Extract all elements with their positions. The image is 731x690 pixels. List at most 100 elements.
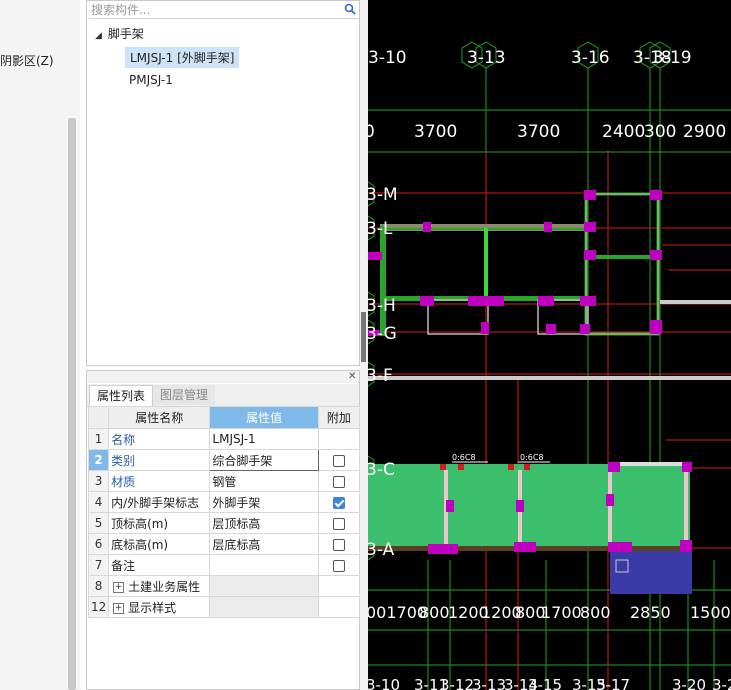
axis-label: 3-12 xyxy=(440,676,474,690)
header-property-name: 属性名称 xyxy=(108,406,211,429)
add-cell xyxy=(317,512,361,534)
property-value[interactable]: 外脚手架 xyxy=(209,491,319,513)
table-header-row: 属性名称 属性值 附加 xyxy=(87,406,361,429)
bottom-dimensions: 001700 800 1200 1200 800 1700 800 2850 1… xyxy=(368,603,731,622)
table-row[interactable]: 1 名称 LMJSJ-1 xyxy=(87,428,361,450)
tree-item-pmjsj-1[interactable]: PMJSJ-1 xyxy=(129,73,173,87)
add-cell xyxy=(317,596,361,618)
table-row[interactable]: 5 顶标高(m) 层顶标高 xyxy=(87,512,361,534)
table-row[interactable]: 4 内/外脚手架标志 外脚手架 xyxy=(87,491,361,513)
property-value[interactable]: LMJSJ-1 xyxy=(209,428,319,450)
axis-label: 3-13 xyxy=(472,676,506,690)
dim-text: 1500 xyxy=(690,603,731,622)
component-search-box[interactable] xyxy=(89,1,359,19)
property-group[interactable]: + 显示样式 xyxy=(108,596,211,618)
axis-label-3-10: 3-10 xyxy=(368,48,407,68)
add-checkbox[interactable] xyxy=(332,454,345,467)
row-axis-label: 3-H xyxy=(368,296,396,316)
row-number: 7 xyxy=(87,554,110,576)
table-row[interactable]: 7 备注 xyxy=(87,554,361,576)
lower-slab xyxy=(368,461,692,594)
add-checkbox[interactable] xyxy=(332,475,345,488)
add-cell xyxy=(317,533,361,555)
row-number: 6 xyxy=(87,533,110,555)
tree-item-lmjsj-1[interactable]: LMJSJ-1 [外脚手架] xyxy=(125,47,240,68)
add-checkbox-checked[interactable] xyxy=(332,496,345,509)
property-value[interactable]: 钢管 xyxy=(209,470,319,492)
add-checkbox[interactable] xyxy=(332,517,345,530)
expand-triangle-icon[interactable]: ◢ xyxy=(95,31,102,41)
dim-text: 3700 xyxy=(517,122,560,142)
component-search-input[interactable] xyxy=(89,1,343,18)
tree-node-scaffold[interactable]: ◢ 脚手架 xyxy=(95,25,144,42)
rebar-label: 0:6C8 xyxy=(452,453,476,462)
close-icon[interactable]: ✕ xyxy=(348,371,356,383)
row-number: 12 xyxy=(87,596,110,618)
axis-label: 3-10 xyxy=(368,676,400,690)
table-row-group[interactable]: 8 + 土建业务属性 xyxy=(87,575,361,597)
axis-label: 3-17 xyxy=(596,676,630,690)
expand-plus-icon[interactable]: + xyxy=(113,602,125,614)
splitter-handle[interactable] xyxy=(361,312,366,362)
tab-layer-management[interactable]: 图层管理 xyxy=(153,385,216,405)
left-scrollbar[interactable] xyxy=(68,118,76,690)
property-value xyxy=(209,596,319,618)
property-value[interactable]: 层底标高 xyxy=(209,533,319,555)
add-cell xyxy=(317,470,361,492)
dim-text: 2400 xyxy=(602,122,645,142)
axis-label-3-19: 3-19 xyxy=(653,48,692,68)
add-cell xyxy=(317,428,361,450)
dim-text: 1700 xyxy=(541,603,582,622)
property-name: 名称 xyxy=(108,428,211,450)
table-row[interactable]: 6 底标高(m) 层底标高 xyxy=(87,533,361,555)
property-panel: ✕ 属性列表 图层管理 属性名称 属性值 附加 1 名称 LMJSJ-1 2 类… xyxy=(86,370,361,690)
add-cell xyxy=(317,554,361,576)
row-number: 3 xyxy=(87,470,110,492)
property-tab-bar: 属性列表 图层管理 xyxy=(87,384,359,407)
add-checkbox[interactable] xyxy=(332,538,345,551)
property-value[interactable] xyxy=(209,554,319,576)
add-checkbox[interactable] xyxy=(332,559,345,572)
dim-text: 2900 xyxy=(683,122,726,142)
property-name: 类别 xyxy=(108,449,211,471)
expand-plus-icon[interactable]: + xyxy=(113,581,125,593)
property-value[interactable]: 层顶标高 xyxy=(209,512,319,534)
search-icon[interactable] xyxy=(344,3,357,16)
property-group[interactable]: + 土建业务属性 xyxy=(108,575,211,597)
upper-walls xyxy=(368,190,731,380)
property-name: 材质 xyxy=(108,470,211,492)
property-table: 属性名称 属性值 附加 1 名称 LMJSJ-1 2 类别 综合脚手架 3 材质… xyxy=(87,406,361,618)
axis-label-3-16: 3-16 xyxy=(571,48,610,68)
row-number: 5 xyxy=(87,512,110,534)
row-number: 1 xyxy=(87,428,110,450)
rebar-label: 0:6C8 xyxy=(520,453,544,462)
table-row[interactable]: 3 材质 钢管 xyxy=(87,470,361,492)
floor-plan-drawing[interactable]: 3-10 3-13 3-16 3-18 3-19 0 3700 3700 240… xyxy=(368,0,731,690)
row-axis-label: 3-F xyxy=(368,366,393,386)
table-row-group[interactable]: 12 + 显示样式 xyxy=(87,596,361,618)
property-value[interactable]: 综合脚手架 xyxy=(209,449,319,471)
row-axis-label: 3-G xyxy=(368,324,397,344)
component-tree-panel: ◢ 脚手架 LMJSJ-1 [外脚手架] PMJSJ-1 xyxy=(86,0,360,366)
dim-text: 800 xyxy=(419,603,450,622)
table-row[interactable]: 2 类别 综合脚手架 xyxy=(87,449,361,471)
shadow-area-menu-item[interactable]: 阴影区(Z) xyxy=(0,52,54,69)
axis-label-3-13: 3-13 xyxy=(467,48,506,68)
axis-label: 3-20 xyxy=(672,676,706,690)
dim-text: 3700 xyxy=(414,122,457,142)
rebar-labels: 0:6C8 0:6C8 xyxy=(452,453,544,462)
tree-node-label: 脚手架 xyxy=(107,27,144,41)
dim-text: 300 xyxy=(644,122,676,142)
tab-property-list[interactable]: 属性列表 xyxy=(89,385,154,406)
property-name: 底标高(m) xyxy=(108,533,211,555)
cad-canvas[interactable]: 3-10 3-13 3-16 3-18 3-19 0 3700 3700 240… xyxy=(368,0,731,690)
property-value xyxy=(209,575,319,597)
add-cell xyxy=(317,575,361,597)
property-name: 内/外脚手架标志 xyxy=(108,491,211,513)
row-number: 2 xyxy=(87,449,110,471)
row-axis-label: 3-M xyxy=(368,185,398,205)
row-axis-label: 3-C xyxy=(368,460,395,480)
add-cell xyxy=(317,491,361,513)
property-panel-header xyxy=(87,371,359,383)
dim-text: 2850 xyxy=(630,603,671,622)
